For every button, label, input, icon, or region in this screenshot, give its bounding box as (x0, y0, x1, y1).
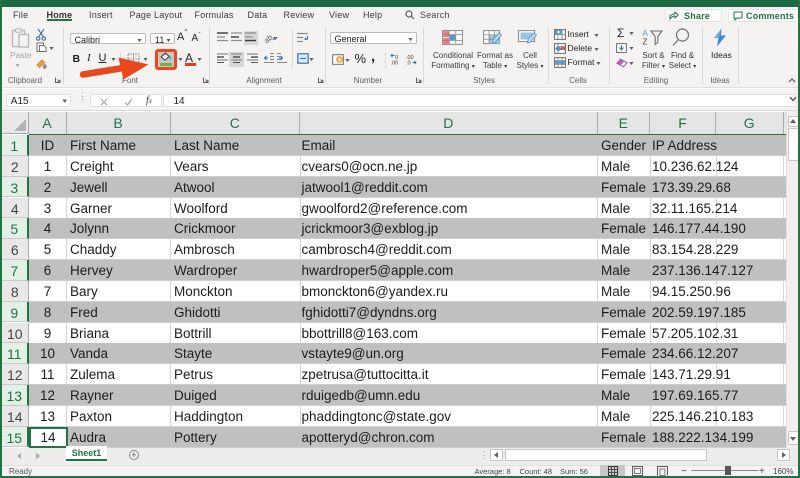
svg-text:.00: .00 (390, 61, 398, 66)
svg-text:¥: ¥ (337, 57, 341, 64)
svg-text:Z: Z (643, 38, 648, 47)
svg-text:.0: .0 (406, 61, 411, 66)
